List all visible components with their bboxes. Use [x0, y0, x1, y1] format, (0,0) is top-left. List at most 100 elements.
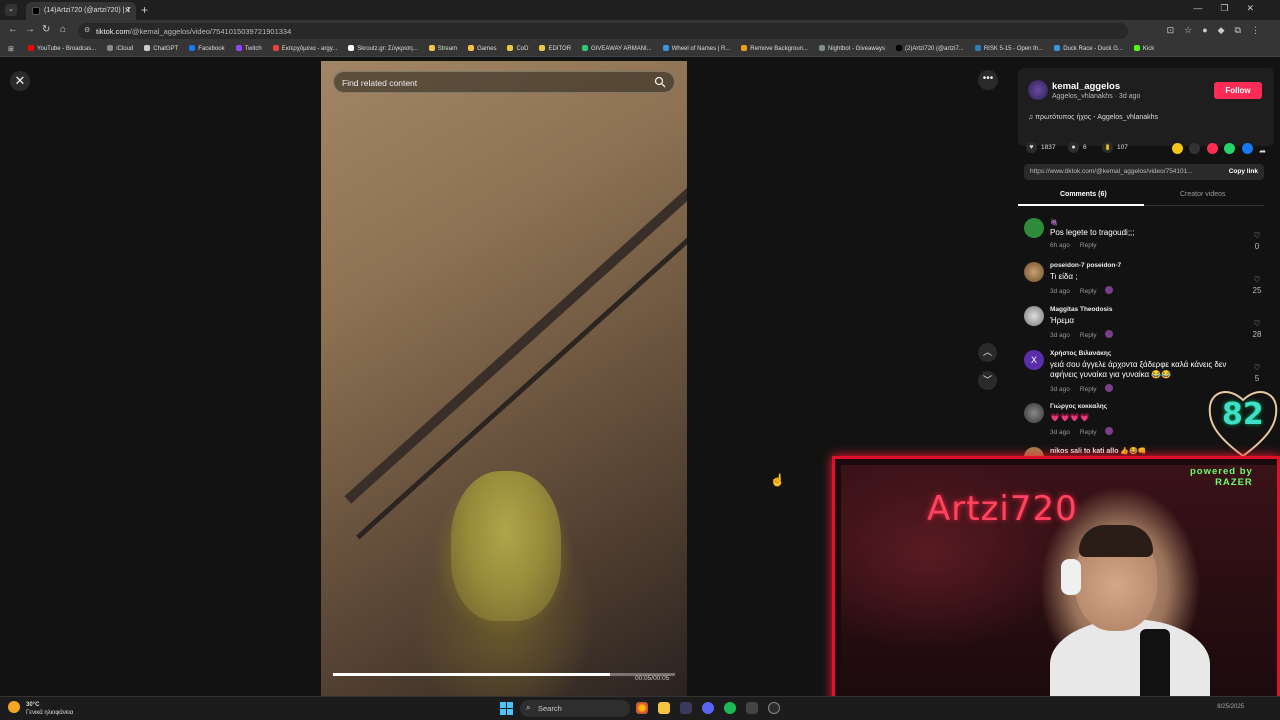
comment-username[interactable]: Γιώργος κοκκαλης [1050, 403, 1107, 410]
comment-time: 3d ago [1050, 429, 1070, 436]
reply-button[interactable]: Reply [1080, 288, 1097, 295]
comment-icon[interactable]: ● [1068, 142, 1079, 153]
tab-comments[interactable]: Comments (6) [1060, 191, 1107, 198]
like-stat[interactable]: ♥ 1837 [1026, 142, 1055, 153]
bookmark-item[interactable]: Skroutz.gr: Σύγκριση... [348, 45, 418, 52]
bookmark-item[interactable]: YouTube - Broadcas... [28, 45, 96, 52]
next-video-button[interactable]: ﹀ [978, 371, 997, 390]
reply-button[interactable]: Reply [1080, 242, 1097, 249]
bookmark-item[interactable]: Kick [1133, 45, 1154, 52]
bookmark-favicon-icon [662, 45, 669, 51]
bookmark-favicon-icon [272, 45, 279, 51]
spotify-icon[interactable] [724, 702, 736, 714]
comment-username[interactable]: 🍇 [1050, 218, 1058, 226]
bookmark-favicon-icon [819, 45, 825, 51]
save-count: 107 [1117, 144, 1128, 151]
tab-close-icon[interactable]: ✕ [124, 6, 131, 15]
app-icon[interactable] [768, 702, 780, 714]
bookmark-item[interactable]: (2)Artzi720 (@artzi7... [896, 45, 964, 52]
window-controls[interactable]: —❐✕ [1193, 3, 1272, 14]
author-username[interactable]: kemal_aggelos [1052, 81, 1120, 92]
close-video-button[interactable]: ✕ [10, 71, 30, 91]
bookmark-item[interactable]: Games [468, 45, 496, 52]
comment-like-button[interactable]: ♡ 28 [1250, 318, 1264, 340]
bookmark-item[interactable]: iCloud [107, 45, 133, 52]
facebook-icon[interactable] [1241, 143, 1253, 154]
windows-start-icon[interactable] [500, 702, 513, 715]
comment-avatar[interactable] [1024, 218, 1044, 238]
comment-username[interactable]: Maggitas Theodosis [1050, 306, 1112, 313]
home-icon[interactable]: ⌂ [60, 24, 66, 35]
url-input[interactable]: ⚙ tiktok.com/@kemal_aggelos/video/754101… [78, 23, 1128, 39]
comment-stat[interactable]: ● 6 [1068, 142, 1087, 153]
bookmarks-list: YouTube - Broadcas... iCloud ChatGPT Facebo… [28, 45, 1165, 52]
comment-avatar[interactable] [1024, 262, 1044, 282]
bookmark-item[interactable]: CoD [507, 45, 528, 52]
bookmark-item[interactable]: Nightbot - Giveaways [819, 45, 885, 52]
back-icon[interactable]: ← [8, 24, 18, 35]
file-explorer-icon[interactable] [658, 702, 670, 714]
bookmark-item[interactable]: Duck Race - Duck G... [1054, 45, 1123, 52]
taskbar-search[interactable]: ⌕ Search [520, 700, 630, 717]
reload-icon[interactable]: ↻ [42, 24, 50, 35]
bookmark-item[interactable]: Wheel of Names | R... [662, 45, 730, 52]
save-stat[interactable]: ▮ 107 [1102, 142, 1128, 153]
weather-widget[interactable]: 30°C Γενικά ηλιοφάνεια [8, 701, 73, 717]
browser-tab-bar: ⌄ (14)Artzi720 (@artzi720) | T ✕ + —❐✕ [0, 0, 1280, 20]
send-icon[interactable] [1206, 143, 1218, 154]
bookmark-item[interactable]: GIVEAWAY ARMANI... [582, 45, 652, 52]
comment-like-button[interactable]: ♡ 0 [1250, 230, 1264, 252]
comment-avatar[interactable] [1024, 306, 1044, 326]
bookmark-item[interactable]: Εισερχόμενα - argy... [272, 45, 337, 52]
bookmark-label: ChatGPT [153, 46, 179, 52]
follow-button[interactable]: Follow [1214, 82, 1262, 99]
author-avatar[interactable] [1028, 80, 1048, 100]
chrome-app-icon[interactable] [636, 702, 648, 714]
repost-icon[interactable] [1172, 143, 1183, 154]
comment-username[interactable]: nikos sali to kati allo 👍😂👊 [1050, 447, 1147, 455]
bookmark-item[interactable]: EDITOR [539, 45, 571, 52]
heart-icon[interactable]: ♥ [1026, 142, 1037, 153]
site-info-icon[interactable]: ⚙ [84, 26, 90, 34]
obs-icon[interactable] [746, 702, 758, 714]
more-options-button[interactable]: ••• [978, 70, 998, 90]
forward-icon[interactable]: → [25, 24, 35, 35]
new-tab-button[interactable]: + [141, 3, 148, 17]
video-player[interactable]: Find related content 00:05/00:05 [321, 61, 687, 696]
bookmark-item[interactable]: Twitch [235, 45, 262, 52]
sound-link[interactable]: ♫ πρωτότυπος ήχος - Aggelos_vhlanakhs [1028, 114, 1158, 121]
discord-icon[interactable] [702, 702, 714, 714]
comment-username[interactable]: poseidon-7 poseidon-7 [1050, 262, 1121, 269]
reply-button[interactable]: Reply [1080, 429, 1097, 436]
bookmark-item[interactable]: Remove Backgroun... [741, 45, 808, 52]
search-icon[interactable] [654, 76, 666, 88]
comment-avatar[interactable]: X [1024, 350, 1044, 370]
reply-button[interactable]: Reply [1080, 386, 1097, 393]
comment-avatar[interactable] [1024, 403, 1044, 423]
comment-like-button[interactable]: ♡ 25 [1250, 274, 1264, 296]
bookmark-item[interactable]: RISK 5-15 - Open th... [974, 45, 1043, 52]
bookmark-favicon-icon [741, 45, 748, 51]
previous-video-button[interactable]: ︿ [978, 343, 997, 362]
comment-username[interactable]: Χρήστος Βιλανάκης [1050, 350, 1111, 357]
copy-link-button[interactable]: Copy link [1229, 168, 1258, 175]
browser-tab-active[interactable]: (14)Artzi720 (@artzi720) | T ✕ [26, 2, 136, 20]
apps-grid-icon[interactable]: ⊞ [8, 45, 14, 53]
comment-like-button[interactable]: ♡ 5 [1250, 362, 1264, 384]
share-arrow-icon[interactable]: ➦ [1259, 147, 1270, 158]
related-search-input[interactable]: Find related content [333, 71, 675, 93]
browser-address-bar: ← → ↻ ⌂ ⚙ tiktok.com/@kemal_aggelos/vide… [0, 20, 1280, 42]
embed-icon[interactable] [1189, 143, 1201, 154]
bookmark-favicon-icon [507, 45, 514, 51]
reply-button[interactable]: Reply [1080, 332, 1097, 339]
bookmark-icon[interactable]: ▮ [1102, 142, 1113, 153]
bookmark-item[interactable]: Stream [428, 45, 457, 52]
bookmark-item[interactable]: ChatGPT [144, 45, 179, 52]
video-progress-bar[interactable] [333, 673, 675, 676]
app-icon[interactable] [680, 702, 692, 714]
tab-search-button[interactable]: ⌄ [5, 4, 17, 16]
extension-toolbar[interactable]: ⊡☆●◆⧉⋮ [1167, 25, 1270, 36]
bookmark-item[interactable]: Facebook [189, 45, 225, 52]
tab-creator-videos[interactable]: Creator videos [1180, 191, 1226, 198]
whatsapp-icon[interactable] [1224, 143, 1236, 154]
